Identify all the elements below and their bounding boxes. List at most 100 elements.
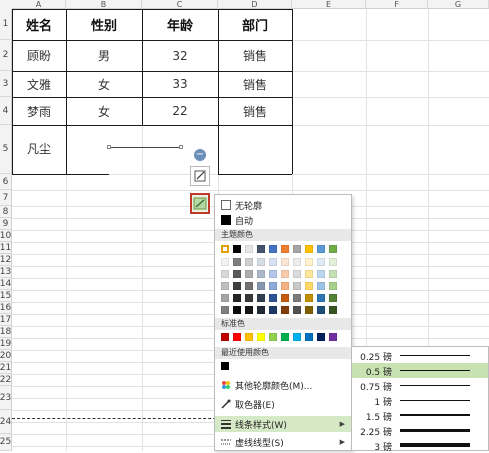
- theme-shade-swatch[interactable]: [221, 282, 229, 290]
- line-width-option[interactable]: 0.25 磅: [352, 348, 488, 363]
- theme-shade-swatch[interactable]: [221, 270, 229, 278]
- table-cell[interactable]: 销售: [218, 71, 292, 97]
- line-width-option[interactable]: 0.5 磅: [352, 363, 488, 378]
- table-cell[interactable]: 33: [142, 71, 218, 97]
- table-header-cell[interactable]: 姓名: [12, 9, 66, 40]
- standard-color-swatch[interactable]: [233, 333, 241, 341]
- theme-shade-swatch[interactable]: [257, 270, 265, 278]
- table-cell[interactable]: 顾盼: [12, 40, 66, 71]
- table-cell[interactable]: 销售: [218, 40, 292, 71]
- theme-shade-swatch[interactable]: [329, 258, 337, 266]
- table-header-cell[interactable]: 部门: [218, 9, 292, 40]
- standard-color-swatch[interactable]: [305, 333, 313, 341]
- column-header-c[interactable]: C: [142, 0, 218, 9]
- theme-shade-swatch[interactable]: [233, 306, 241, 314]
- standard-color-swatch[interactable]: [329, 333, 337, 341]
- row-header[interactable]: 24: [0, 410, 12, 434]
- row-header[interactable]: 6: [0, 174, 12, 190]
- line-width-option[interactable]: 1.5 磅: [352, 408, 488, 423]
- row-header[interactable]: 11: [0, 242, 12, 254]
- theme-shade-swatch[interactable]: [281, 282, 289, 290]
- row-header[interactable]: 20: [0, 350, 12, 362]
- theme-shade-swatch[interactable]: [317, 282, 325, 290]
- table-header-cell[interactable]: 年龄: [142, 9, 218, 40]
- row-header[interactable]: 19: [0, 338, 12, 350]
- collapse-icon[interactable]: −: [194, 149, 206, 161]
- table-cell[interactable]: 32: [142, 40, 218, 71]
- eyedropper-option[interactable]: 取色器(E): [215, 396, 351, 412]
- row-header[interactable]: 17: [0, 314, 12, 326]
- row-header[interactable]: 15: [0, 290, 12, 302]
- theme-shade-swatch[interactable]: [305, 270, 313, 278]
- theme-shade-swatch[interactable]: [305, 306, 313, 314]
- theme-shade-swatch[interactable]: [233, 282, 241, 290]
- theme-shade-swatch[interactable]: [257, 258, 265, 266]
- theme-shade-swatch[interactable]: [269, 258, 277, 266]
- row-header[interactable]: 8: [0, 206, 12, 218]
- theme-shade-swatch[interactable]: [257, 306, 265, 314]
- theme-shade-swatch[interactable]: [257, 294, 265, 302]
- theme-shade-swatch[interactable]: [257, 282, 265, 290]
- theme-shade-swatch[interactable]: [269, 294, 277, 302]
- theme-shade-swatch[interactable]: [269, 282, 277, 290]
- theme-shade-swatch[interactable]: [269, 270, 277, 278]
- row-header[interactable]: 12: [0, 254, 12, 266]
- theme-shade-swatch[interactable]: [293, 270, 301, 278]
- table-cell[interactable]: 女: [66, 97, 142, 125]
- table-cell[interactable]: 梦雨: [12, 97, 66, 125]
- row-header[interactable]: 2: [0, 40, 12, 71]
- theme-shade-swatch[interactable]: [233, 270, 241, 278]
- row-header[interactable]: 22: [0, 374, 12, 386]
- theme-shade-swatch[interactable]: [305, 282, 313, 290]
- theme-color-swatch[interactable]: [257, 245, 265, 253]
- standard-color-swatch[interactable]: [257, 333, 265, 341]
- theme-shade-swatch[interactable]: [305, 294, 313, 302]
- theme-shade-swatch[interactable]: [317, 294, 325, 302]
- column-header-e[interactable]: E: [292, 0, 366, 9]
- auto-color-option[interactable]: 自动: [215, 212, 351, 228]
- column-header-f[interactable]: F: [366, 0, 428, 9]
- row-header[interactable]: 14: [0, 278, 12, 290]
- row-header[interactable]: 1: [0, 9, 12, 40]
- theme-shade-swatch[interactable]: [281, 294, 289, 302]
- theme-shade-swatch[interactable]: [233, 294, 241, 302]
- row-header[interactable]: 18: [0, 326, 12, 338]
- theme-shade-swatch[interactable]: [305, 258, 313, 266]
- theme-color-swatch[interactable]: [221, 245, 229, 253]
- recent-color-swatch[interactable]: [221, 362, 229, 370]
- column-header-b[interactable]: B: [66, 0, 142, 9]
- column-header-a[interactable]: A: [12, 0, 66, 9]
- theme-color-swatch[interactable]: [293, 245, 301, 253]
- standard-color-swatch[interactable]: [293, 333, 301, 341]
- theme-color-swatch[interactable]: [329, 245, 337, 253]
- row-header[interactable]: 16: [0, 302, 12, 314]
- theme-color-swatch[interactable]: [245, 245, 253, 253]
- theme-shade-swatch[interactable]: [329, 270, 337, 278]
- theme-color-swatch[interactable]: [281, 245, 289, 253]
- theme-shade-swatch[interactable]: [221, 294, 229, 302]
- theme-shade-swatch[interactable]: [245, 306, 253, 314]
- theme-shade-swatch[interactable]: [233, 258, 241, 266]
- row-header[interactable]: 23: [0, 386, 12, 410]
- table-cell[interactable]: 22: [142, 97, 218, 125]
- line-width-option[interactable]: 2.25 磅: [352, 423, 488, 438]
- standard-color-swatch[interactable]: [317, 333, 325, 341]
- table-cell[interactable]: 文雅: [12, 71, 66, 97]
- theme-shade-swatch[interactable]: [329, 306, 337, 314]
- theme-shade-swatch[interactable]: [293, 258, 301, 266]
- table-cell[interactable]: 销售: [218, 97, 292, 125]
- theme-shade-swatch[interactable]: [317, 258, 325, 266]
- theme-color-swatch[interactable]: [305, 245, 313, 253]
- theme-shade-swatch[interactable]: [293, 306, 301, 314]
- line-width-option[interactable]: 0.75 磅: [352, 378, 488, 393]
- row-header[interactable]: 5: [0, 125, 12, 174]
- line-style-option[interactable]: 线条样式(W) ▶: [215, 416, 351, 432]
- theme-shade-swatch[interactable]: [245, 270, 253, 278]
- theme-shade-swatch[interactable]: [245, 258, 253, 266]
- theme-color-swatch[interactable]: [317, 245, 325, 253]
- table-header-cell[interactable]: 性别: [66, 9, 142, 40]
- table-cell[interactable]: 男: [66, 40, 142, 71]
- theme-shade-swatch[interactable]: [329, 294, 337, 302]
- theme-shade-swatch[interactable]: [245, 282, 253, 290]
- theme-color-swatch[interactable]: [233, 245, 241, 253]
